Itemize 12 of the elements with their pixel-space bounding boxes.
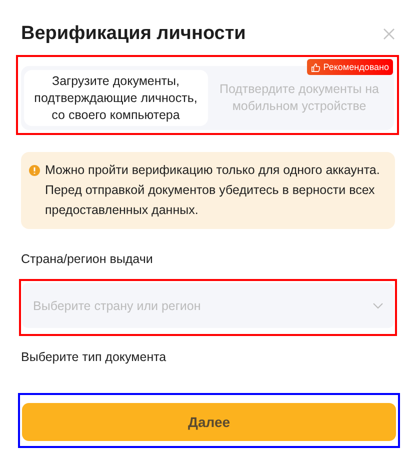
close-icon[interactable] — [383, 28, 395, 40]
field-label: Выберите тип документа — [21, 350, 168, 364]
chevron-down-icon — [373, 302, 383, 308]
select-placeholder: Выберите страну или регион — [33, 298, 201, 312]
badge-text: Рекомендовано — [323, 62, 389, 72]
dialog-title: Верификация личности — [21, 23, 246, 45]
field-label: Страна/регион выдачи — [21, 252, 154, 266]
next-button[interactable]: Далее — [22, 403, 396, 441]
method-tab[interactable]: Загрузите документы, подтверждающие личность, со своего компьютера — [24, 70, 208, 126]
warning-icon — [29, 165, 40, 176]
notice-text: Можно пройти верификацию только для одного аккаунта. Перед отправкой документов убедитесь в верности всех предоставленных данных. — [45, 162, 381, 219]
thumbs-up-icon — [311, 62, 320, 72]
